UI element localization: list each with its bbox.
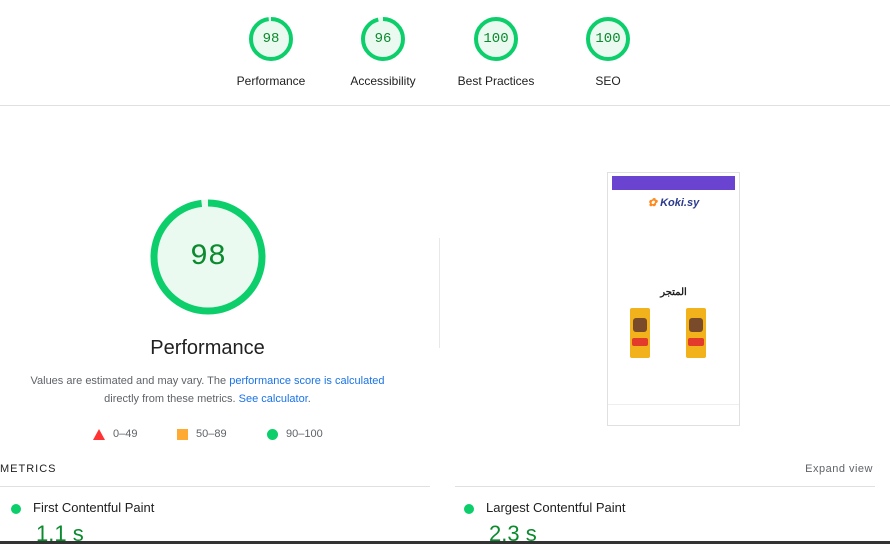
expand-view-button[interactable]: Expand view xyxy=(805,463,873,475)
metric-lcp: Largest Contentful Paint xyxy=(464,500,625,515)
gauge-label: SEO xyxy=(595,74,621,88)
product-label-image xyxy=(632,338,648,346)
site-heading-line: ​ xyxy=(608,214,739,223)
orange-square-icon xyxy=(177,428,188,440)
red-triangle-icon xyxy=(93,428,105,440)
site-text-line: ​ xyxy=(608,264,739,273)
note-mid: directly from these metrics. xyxy=(104,393,239,405)
gauge-best-practices[interactable]: 100 Best Practices xyxy=(441,16,551,88)
green-circle-icon xyxy=(11,503,21,514)
gauge-score: 98 xyxy=(262,31,280,47)
score-note: Values are estimated and may vary. The p… xyxy=(0,372,415,408)
legend-fail: 0–49 xyxy=(93,428,137,440)
site-logo: ✿ Koki.sy xyxy=(608,196,739,209)
green-circle-icon xyxy=(464,503,474,514)
performance-title: Performance xyxy=(150,337,265,359)
gauge-ring: 98 xyxy=(248,16,294,62)
gauge-score: 100 xyxy=(483,31,509,47)
product-image xyxy=(630,308,650,358)
site-text-line: ​ xyxy=(608,223,739,232)
green-circle-icon xyxy=(267,428,278,440)
category-gauges: 98 Performance 96 Accessibility 100 Best… xyxy=(0,0,890,106)
gauge-score: 96 xyxy=(374,31,392,47)
site-text-line: ​ xyxy=(608,255,739,264)
legend-average-label: 50–89 xyxy=(196,428,227,440)
product-label-image xyxy=(688,338,704,346)
gauge-label: Best Practices xyxy=(457,74,535,88)
gauge-label: Performance xyxy=(236,74,306,88)
site-shop-title: المتجر xyxy=(660,287,687,298)
final-screenshot-thumbnail[interactable]: ✿ Koki.sy ​ ​ ​ ​ ​ ​ المتجر xyxy=(607,172,740,426)
note-suffix: . xyxy=(307,393,311,405)
gauge-ring: 100 xyxy=(473,16,519,62)
paw-icon: ✿ xyxy=(647,197,657,209)
vertical-divider xyxy=(439,238,440,348)
site-text-line: ​ xyxy=(608,246,739,255)
legend-average: 50–89 xyxy=(177,428,227,440)
site-heading-line: ​ xyxy=(608,237,739,246)
gauge-performance[interactable]: 98 Performance xyxy=(216,16,326,88)
gauge-label: Accessibility xyxy=(350,74,416,88)
gauge-ring: 96 xyxy=(360,16,406,62)
gauge-seo[interactable]: 100 SEO xyxy=(553,16,663,88)
legend-pass-label: 90–100 xyxy=(286,428,323,440)
metrics-header: METRICS xyxy=(0,463,57,475)
legend-fail-label: 0–49 xyxy=(113,428,138,440)
metric-fcp: First Contentful Paint xyxy=(11,500,154,515)
legend-pass: 90–100 xyxy=(267,428,323,440)
score-calculation-link[interactable]: performance score is calculated xyxy=(229,375,384,387)
performance-score: 98 xyxy=(189,240,226,274)
cat-image xyxy=(633,318,647,332)
metric-fcp-label: First Contentful Paint xyxy=(33,500,155,515)
gauge-score: 100 xyxy=(595,31,621,47)
site-brand-text: Koki.sy xyxy=(660,197,700,209)
cat-image xyxy=(689,318,703,332)
note-prefix: Values are estimated and may vary. The xyxy=(30,375,230,387)
performance-gauge-large: 98 xyxy=(149,198,267,316)
metrics-divider xyxy=(455,486,875,487)
product-image xyxy=(686,308,706,358)
metrics-divider xyxy=(0,486,430,487)
calculator-link[interactable]: See calculator xyxy=(239,393,308,405)
site-top-banner xyxy=(612,176,735,190)
site-products xyxy=(608,308,739,368)
gauge-ring: 100 xyxy=(585,16,631,62)
gauge-accessibility[interactable]: 96 Accessibility xyxy=(328,16,438,88)
metric-lcp-label: Largest Contentful Paint xyxy=(486,500,626,515)
site-bottom-nav xyxy=(608,404,739,425)
